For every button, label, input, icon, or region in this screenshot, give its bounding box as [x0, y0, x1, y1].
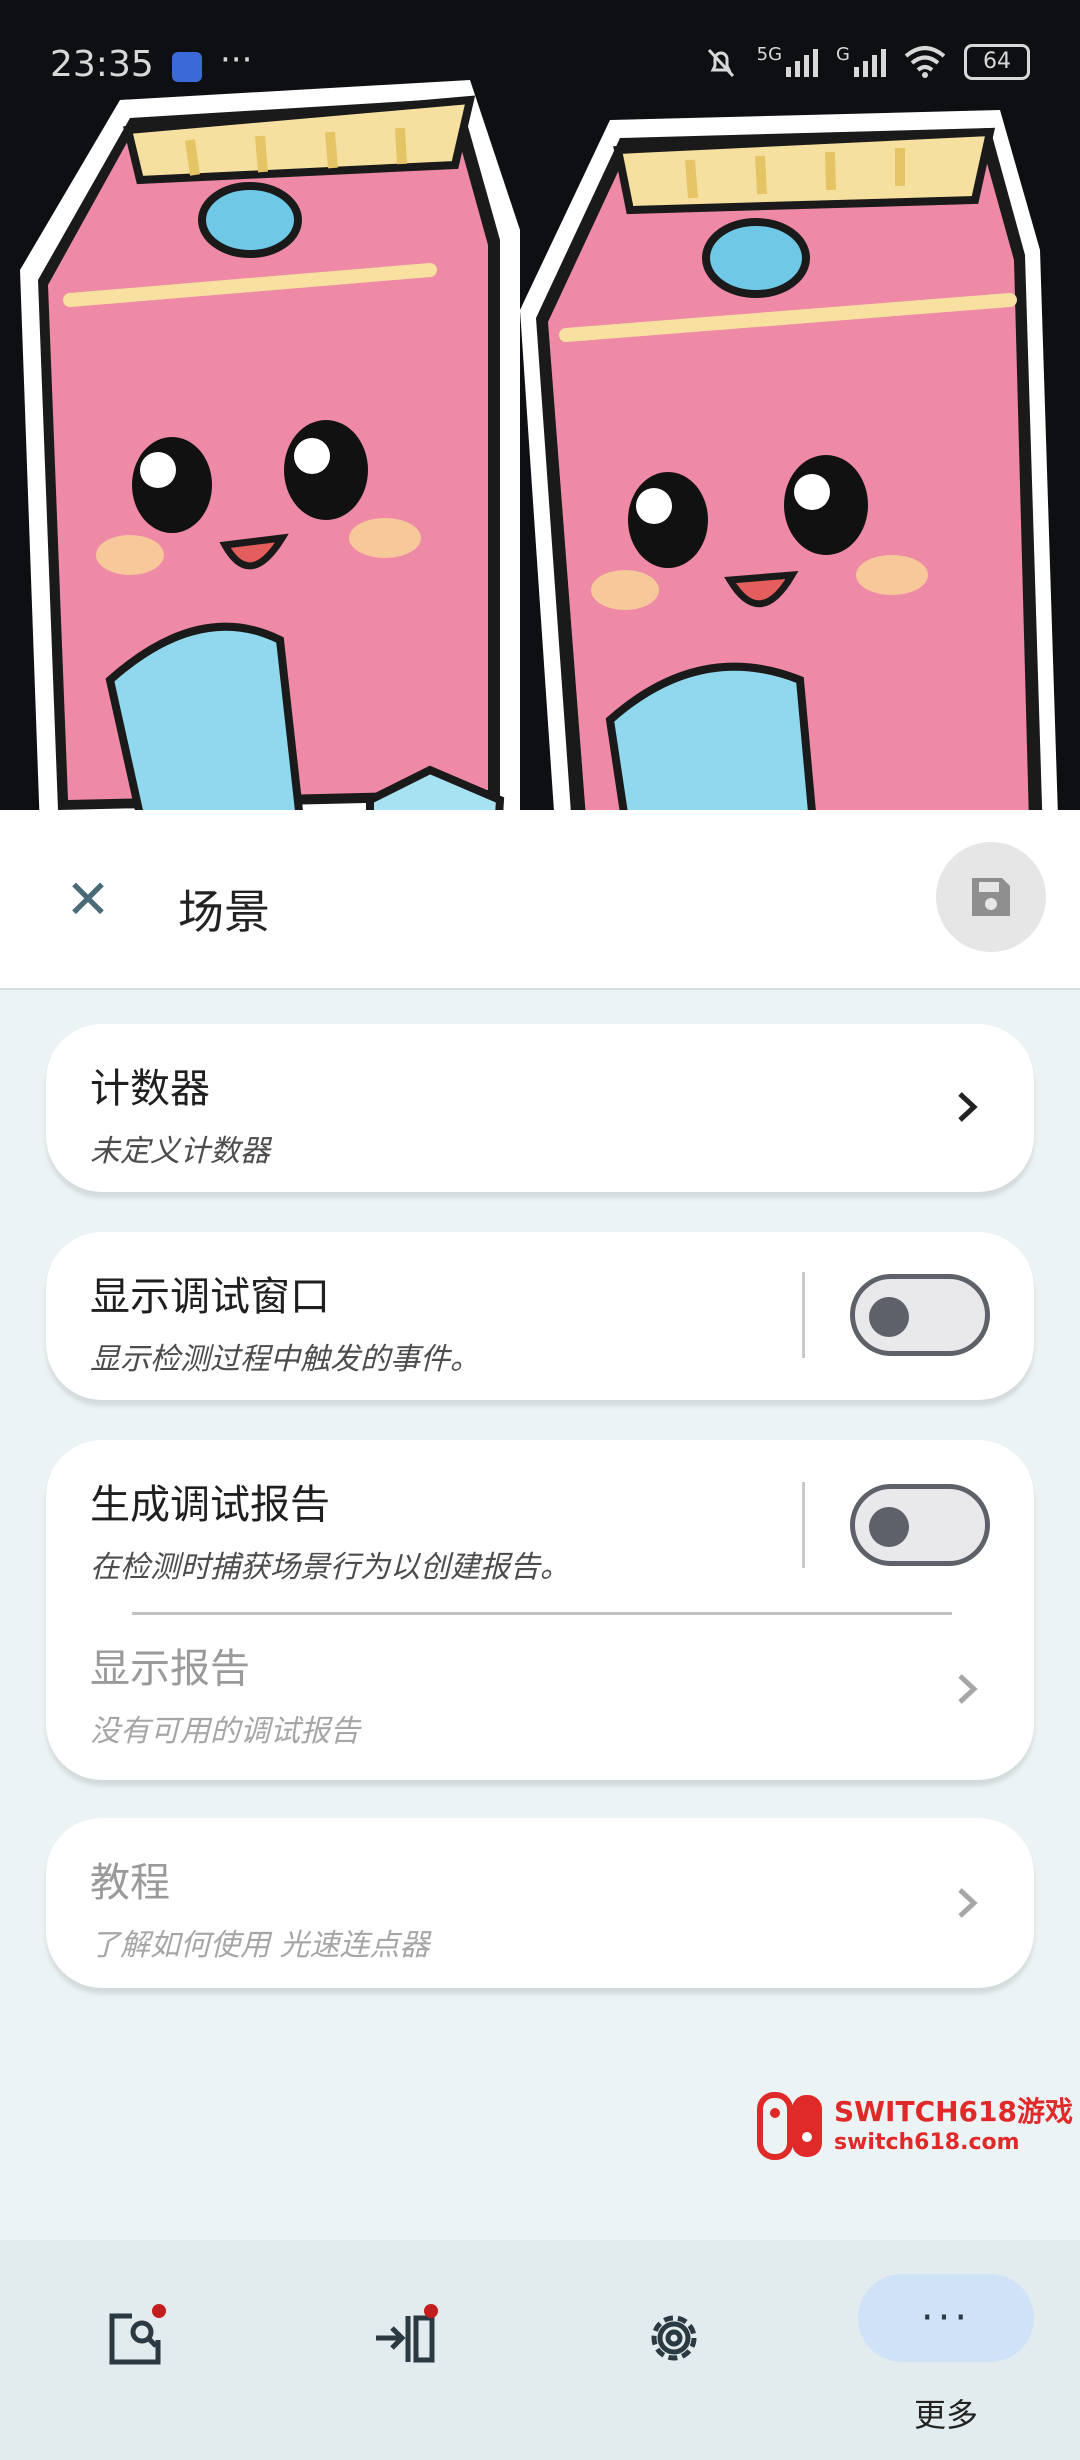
debug-window-title: 显示调试窗口: [90, 1274, 330, 1320]
debug-window-toggle[interactable]: [850, 1274, 990, 1356]
nav-settings-button[interactable]: [642, 2306, 706, 2370]
status-time: 23:35: [50, 44, 154, 85]
nav-scenario-button[interactable]: [104, 2304, 168, 2370]
show-report-title: 显示报告: [90, 1646, 250, 1692]
show-report-row[interactable]: 显示报告 没有可用的调试报告: [46, 1616, 1034, 1780]
tutorial-subtitle: 了解如何使用 光速连点器: [90, 1928, 430, 1963]
toggle-knob: [869, 1507, 909, 1547]
save-button[interactable]: [936, 842, 1046, 952]
watermark-sub: switch618.com: [834, 2130, 1020, 2155]
status-right-group: 5G G 64: [703, 44, 1030, 80]
save-icon: [972, 878, 1010, 916]
notification-dot: [424, 2304, 438, 2318]
close-icon: ✕: [65, 868, 111, 931]
debug-report-toggle[interactable]: [850, 1484, 990, 1566]
status-more-dots: ···: [220, 40, 253, 80]
counter-title: 计数器: [90, 1066, 210, 1112]
tutorial-card[interactable]: 教程 了解如何使用 光速连点器: [46, 1818, 1034, 1988]
counter-card[interactable]: 计数器 未定义计数器: [46, 1024, 1034, 1192]
toggle-knob: [869, 1297, 909, 1337]
chevron-right-icon: [958, 1092, 978, 1122]
status-bar: 23:35 ··· 5G G 64: [0, 0, 1080, 136]
signal-icon-2: [854, 47, 886, 77]
close-button[interactable]: ✕: [58, 870, 118, 930]
tutorial-title: 教程: [90, 1860, 170, 1906]
signal-icon: [786, 47, 819, 77]
vertical-divider: [802, 1482, 805, 1568]
wifi-icon: [904, 46, 946, 78]
horizontal-divider: [132, 1612, 952, 1615]
network-type-label-2: G: [836, 44, 850, 65]
network-type-label: 5G: [756, 44, 783, 65]
counter-subtitle: 未定义计数器: [90, 1134, 270, 1169]
title-bar: [0, 810, 1080, 990]
app-notification-icon: [172, 52, 202, 82]
chevron-right-icon: [958, 1888, 978, 1918]
more-dots-icon: ···: [920, 2295, 972, 2341]
nav-more-button[interactable]: ···: [858, 2274, 1034, 2362]
bottom-nav: ··· 更多: [0, 2240, 1080, 2460]
chevron-right-icon: [958, 1674, 978, 1704]
notification-dot: [152, 2304, 166, 2318]
gear-icon: [651, 2315, 697, 2361]
debug-report-card: 生成调试报告 在检测时捕获场景行为以创建报告。 显示报告 没有可用的调试报告: [46, 1440, 1034, 1780]
debug-window-subtitle: 显示检测过程中触发的事件。: [90, 1342, 480, 1377]
nav-more-label: 更多: [913, 2396, 978, 2434]
debug-report-title: 生成调试报告: [90, 1482, 330, 1528]
debug-report-row: 生成调试报告 在检测时捕获场景行为以创建报告。: [46, 1440, 1034, 1610]
mute-bell-icon: [707, 48, 734, 78]
nav-import-button[interactable]: [372, 2304, 438, 2370]
debug-report-subtitle: 在检测时捕获场景行为以创建报告。: [90, 1550, 570, 1585]
watermark-main: SWITCH618游戏: [834, 2095, 1073, 2128]
switch-logo-icon: [757, 2092, 822, 2160]
page-title: 场景: [178, 885, 270, 939]
vertical-divider: [802, 1272, 805, 1358]
show-report-subtitle: 没有可用的调试报告: [90, 1714, 360, 1749]
watermark: SWITCH618游戏 switch618.com: [756, 2088, 1073, 2164]
debug-window-card: 显示调试窗口 显示检测过程中触发的事件。: [46, 1232, 1034, 1400]
battery-icon: 64: [964, 44, 1030, 80]
